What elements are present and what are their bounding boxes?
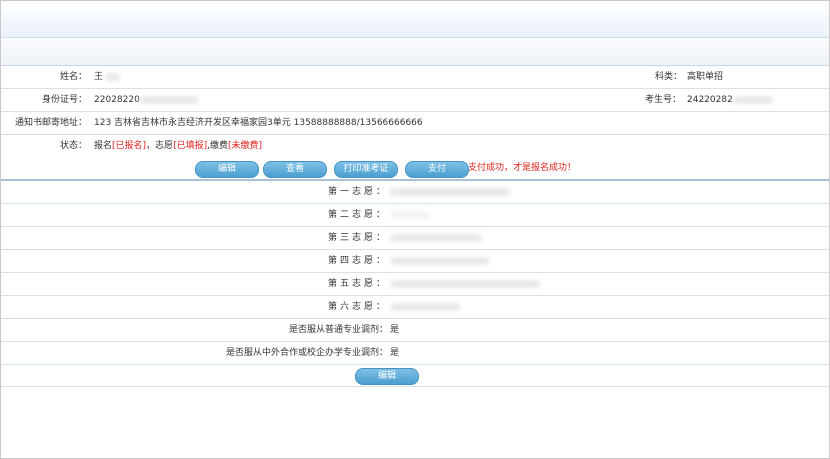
- general-adjust-row: 是否服从普通专业调剂： 是: [1, 319, 829, 342]
- category-label: 科类：: [655, 72, 683, 82]
- choice-value: [390, 204, 430, 226]
- choice-value: [390, 227, 482, 249]
- payment-notice: 支付成功，才是报名成功！: [468, 163, 577, 173]
- address-label: 通知书邮寄地址：: [14, 118, 87, 128]
- choice-value: [390, 181, 510, 203]
- edit-choices-button[interactable]: 编辑: [355, 368, 419, 385]
- choice-label: 第一志愿：: [327, 187, 388, 197]
- choice-label: 第四志愿：: [327, 256, 388, 266]
- choice-status: [已填报]: [173, 141, 208, 151]
- general-adjust-value: 是: [390, 325, 400, 335]
- redacted-blur: [139, 95, 198, 104]
- redacted-blur: [390, 187, 510, 196]
- registration-prefix: 报名: [94, 141, 113, 151]
- choice-value: [390, 250, 490, 272]
- choice-row: 第三志愿：: [1, 227, 829, 250]
- redacted-blur: [390, 210, 430, 219]
- payment-status: [未缴费]: [227, 141, 262, 151]
- id-text: 22028220: [94, 95, 140, 105]
- name-row: 姓名： 王 科类： 高职单招: [1, 66, 829, 89]
- exam-no-text: 24220282: [687, 95, 733, 105]
- choice-value: [390, 273, 540, 295]
- choice-row: 第六志愿：: [1, 296, 829, 319]
- coop-adjust-value: 是: [390, 348, 400, 358]
- page-frame: 姓名： 王 科类： 高职单招 身份证号： 22028220 考生号： 24220…: [0, 0, 830, 459]
- print-admission-ticket-button[interactable]: 打印准考证: [334, 161, 398, 178]
- top-header-band: [1, 1, 829, 38]
- choice-row: 第一志愿：: [1, 181, 829, 204]
- address-row: 通知书邮寄地址： 123 吉林省吉林市永吉经济开发区幸福家园3单元 135888…: [1, 112, 829, 135]
- choice-row: 第二志愿：: [1, 204, 829, 227]
- choice-row: 第五志愿：: [1, 273, 829, 296]
- choice-label: 第五志愿：: [327, 279, 388, 289]
- status-row: 状态： 报名[已报名]，志愿[已填报],缴费[未缴费]: [1, 135, 829, 158]
- choice-row: 第四志愿：: [1, 250, 829, 273]
- redacted-blur: [390, 279, 540, 288]
- status-label: 状态：: [59, 141, 87, 151]
- redacted-blur: [732, 95, 773, 104]
- exam-no-value: 24220282: [687, 89, 773, 111]
- pay-button[interactable]: 支付: [405, 161, 469, 178]
- coop-adjust-label: 是否服从中外合作或校企办学专业调剂：: [225, 348, 388, 358]
- redacted-blur: [390, 256, 490, 265]
- name-label: 姓名：: [59, 72, 87, 82]
- category-value: 高职单招: [687, 72, 724, 82]
- choice-label: 第六志愿：: [327, 302, 388, 312]
- name-value: 王: [94, 66, 120, 88]
- general-adjust-label: 是否服从普通专业调剂：: [288, 325, 388, 335]
- redacted-blur: [105, 72, 120, 81]
- choice-label: 第二志愿：: [327, 210, 388, 220]
- id-value: 22028220: [94, 89, 198, 111]
- choice-label: 第三志愿：: [327, 233, 388, 243]
- action-row: 编辑 查看 打印准考证 支付 支付成功，才是报名成功！: [1, 157, 829, 181]
- name-text: 王: [94, 72, 104, 82]
- id-row: 身份证号： 22028220 考生号： 24220282: [1, 89, 829, 112]
- address-value: 123 吉林省吉林市永吉经济开发区幸福家园3单元 13588888888/135…: [94, 118, 423, 128]
- registration-status: [已报名]: [112, 141, 147, 151]
- choices-action-row: 编辑: [1, 365, 829, 387]
- id-label: 身份证号：: [41, 95, 87, 105]
- coop-adjust-row: 是否服从中外合作或校企办学专业调剂： 是: [1, 342, 829, 365]
- choice-prefix: ，志愿: [146, 141, 174, 151]
- choice-value: [390, 296, 460, 318]
- edit-button[interactable]: 编辑: [195, 161, 259, 178]
- payment-prefix: ,缴费: [207, 141, 228, 151]
- status-value: 报名[已报名]，志愿[已填报],缴费[未缴费]: [94, 135, 262, 157]
- view-button[interactable]: 查看: [263, 161, 327, 178]
- redacted-blur: [390, 302, 460, 311]
- redacted-blur: [390, 233, 482, 242]
- sub-header-band: [1, 38, 829, 66]
- exam-no-label: 考生号：: [645, 95, 682, 105]
